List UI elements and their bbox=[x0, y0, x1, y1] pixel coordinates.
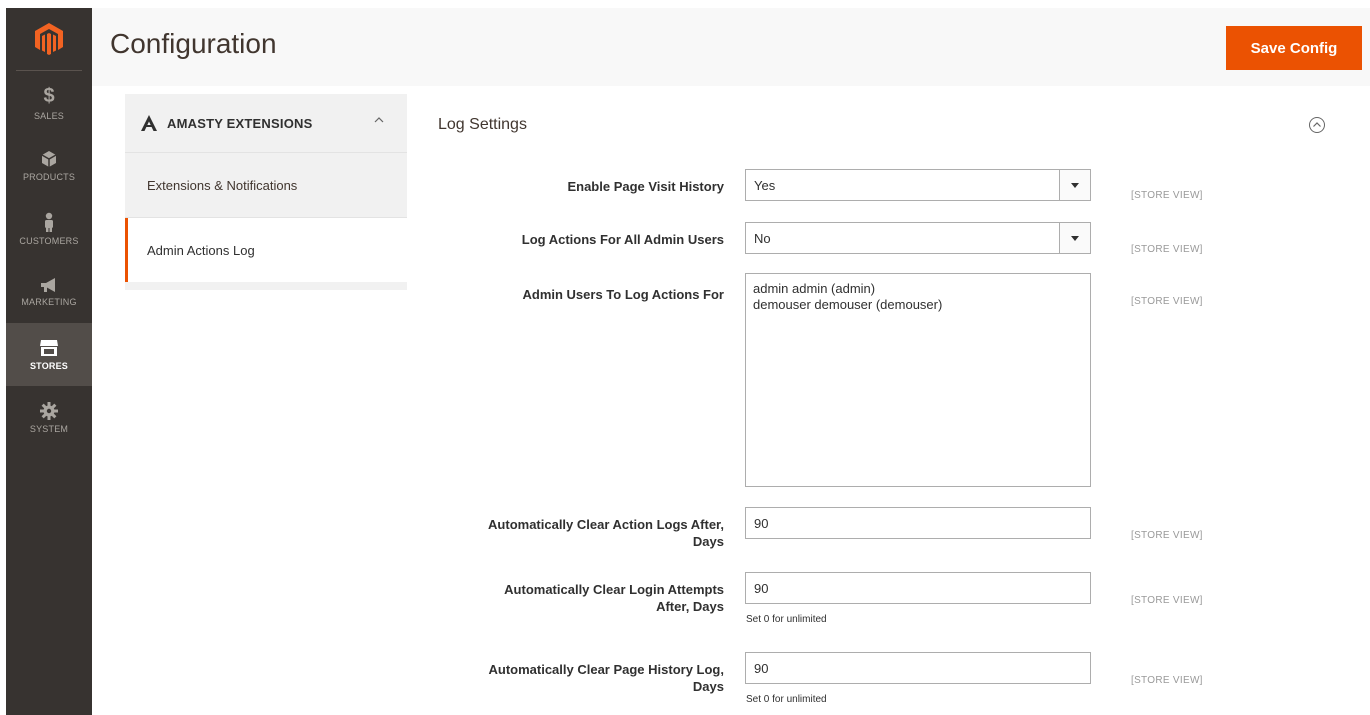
config-nav-panel: AMASTY EXTENSIONS Extensions & Notificat… bbox=[125, 94, 407, 290]
config-nav-item-extensions-notifications[interactable]: Extensions & Notifications bbox=[125, 153, 407, 218]
clear-page-history-label: Automatically Clear Page History Log, Da… bbox=[440, 661, 724, 695]
collapse-circle-icon[interactable] bbox=[1308, 116, 1326, 134]
scope-label: [STORE VIEW] bbox=[1131, 244, 1203, 255]
page-header: Configuration Save Config bbox=[92, 8, 1370, 86]
config-section-amasty-extensions[interactable]: AMASTY EXTENSIONS bbox=[125, 94, 407, 153]
clear-login-attempts-label: Automatically Clear Login Attempts After… bbox=[440, 581, 724, 615]
megaphone-icon bbox=[39, 277, 59, 293]
field-note: Set 0 for unlimited bbox=[746, 614, 827, 625]
clear-login-attempts-input[interactable] bbox=[745, 572, 1091, 604]
scope-label: [STORE VIEW] bbox=[1131, 190, 1203, 201]
gear-icon bbox=[40, 401, 58, 420]
multiselect-option[interactable]: admin admin (admin) bbox=[753, 281, 1083, 297]
page-title: Configuration bbox=[110, 28, 277, 59]
label-line: Automatically Clear Login Attempts bbox=[504, 582, 724, 597]
person-icon bbox=[42, 212, 56, 232]
dropdown-arrow-icon bbox=[1059, 223, 1090, 253]
sidebar-item-system[interactable]: SYSTEM bbox=[6, 386, 92, 449]
dollar-icon: $ bbox=[43, 84, 55, 107]
log-all-users-label: Log Actions For All Admin Users bbox=[521, 232, 724, 247]
scope-label: [STORE VIEW] bbox=[1131, 595, 1203, 606]
sidebar-item-products[interactable]: PRODUCTS bbox=[6, 134, 92, 197]
admin-users-label: Admin Users To Log Actions For bbox=[522, 287, 724, 302]
magento-logo[interactable] bbox=[6, 8, 92, 70]
clear-action-logs-label: Automatically Clear Action Logs After, D… bbox=[440, 516, 724, 550]
admin-sidebar: $ SALES PRODUCTS CUSTOMERS MARKETING STO… bbox=[6, 8, 92, 715]
store-icon bbox=[39, 339, 59, 357]
clear-page-history-input[interactable] bbox=[745, 652, 1091, 684]
config-nav-item-admin-actions-log[interactable]: Admin Actions Log bbox=[125, 218, 407, 282]
clear-action-logs-input[interactable] bbox=[745, 507, 1091, 539]
sidebar-item-sales[interactable]: $ SALES bbox=[6, 71, 92, 134]
log-all-users-select[interactable]: No bbox=[745, 222, 1091, 254]
dropdown-arrow-icon bbox=[1059, 170, 1090, 200]
config-section-label: AMASTY EXTENSIONS bbox=[167, 115, 313, 131]
sidebar-item-label: SALES bbox=[33, 110, 65, 121]
select-value: Yes bbox=[754, 177, 776, 193]
sidebar-item-label: STORES bbox=[29, 360, 69, 371]
enable-history-label: Enable Page Visit History bbox=[567, 179, 724, 194]
select-value: No bbox=[754, 230, 771, 246]
scope-label: [STORE VIEW] bbox=[1131, 675, 1203, 686]
multiselect-option[interactable]: demouser demouser (demouser) bbox=[753, 297, 1083, 313]
label-line: Days bbox=[692, 534, 724, 549]
save-config-button[interactable]: Save Config bbox=[1226, 26, 1362, 70]
amasty-logo-icon bbox=[141, 115, 157, 131]
chevron-up-icon bbox=[374, 117, 384, 123]
sidebar-item-customers[interactable]: CUSTOMERS bbox=[6, 197, 92, 260]
admin-users-multiselect[interactable]: admin admin (admin) demouser demouser (d… bbox=[745, 273, 1091, 487]
fieldset-title[interactable]: Log Settings bbox=[438, 116, 527, 134]
label-line: Automatically Clear Action Logs After, bbox=[488, 517, 724, 532]
scope-label: [STORE VIEW] bbox=[1131, 296, 1203, 307]
label-line: After, Days bbox=[656, 599, 724, 614]
label-line: Automatically Clear Page History Log, bbox=[488, 662, 724, 677]
sidebar-item-label: PRODUCTS bbox=[22, 171, 76, 182]
sidebar-item-label: SYSTEM bbox=[29, 423, 69, 434]
sidebar-item-stores[interactable]: STORES bbox=[6, 323, 92, 386]
sidebar-item-label: MARKETING bbox=[21, 296, 77, 307]
cube-icon bbox=[41, 150, 57, 168]
scope-label: [STORE VIEW] bbox=[1131, 530, 1203, 541]
sidebar-item-marketing[interactable]: MARKETING bbox=[6, 260, 92, 323]
enable-history-select[interactable]: Yes bbox=[745, 169, 1091, 201]
sidebar-item-label: CUSTOMERS bbox=[19, 235, 79, 246]
field-note: Set 0 for unlimited bbox=[746, 694, 827, 705]
label-line: Days bbox=[692, 679, 724, 694]
magento-logo-icon bbox=[35, 23, 63, 55]
